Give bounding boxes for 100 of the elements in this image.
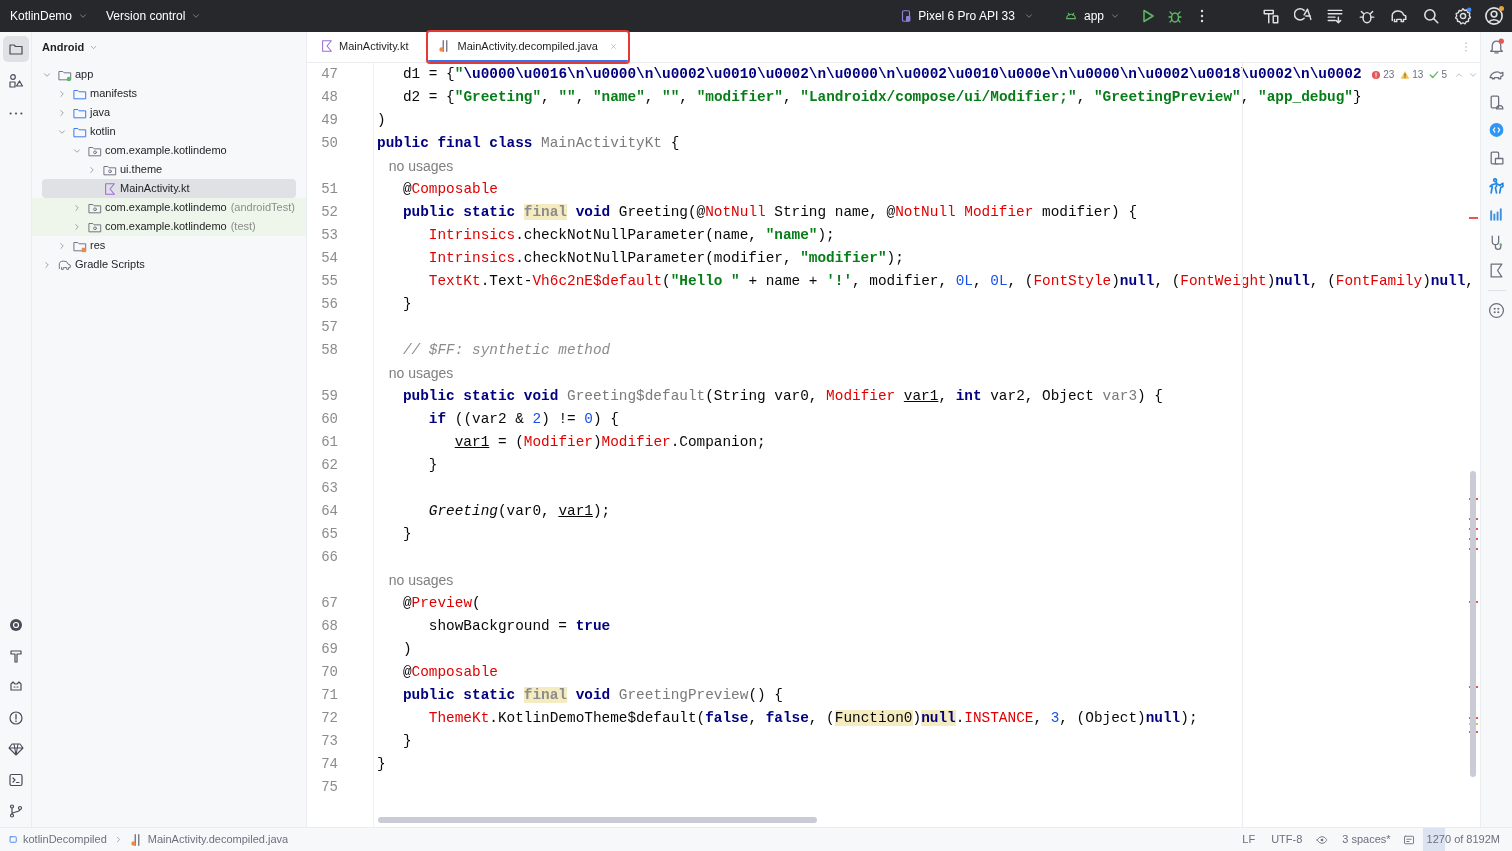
device-selector[interactable]: Pixel 6 Pro API 33 — [895, 4, 1038, 28]
problems-icon[interactable] — [7, 710, 24, 726]
module-icon — [8, 834, 19, 845]
code-line: showBackground = true — [427, 616, 611, 636]
line-number: 62 — [321, 456, 338, 475]
line-number: 70 — [321, 663, 338, 682]
horizontal-scrollbar-thumb[interactable] — [378, 817, 817, 823]
memory-indicator[interactable]: 1270 of 8192M — [1422, 827, 1504, 851]
line-number: 50 — [321, 134, 338, 153]
line-number: 75 — [321, 778, 338, 797]
tree-item[interactable]: Gradle Scripts — [32, 255, 306, 274]
line-number: 48 — [321, 88, 338, 107]
tree-item[interactable]: com.example.kotlindemo (test) — [32, 217, 306, 236]
chevron-down-icon — [1023, 11, 1034, 21]
warning-icon — [1400, 69, 1411, 80]
tree-item[interactable]: kotlin — [32, 122, 306, 141]
line-number: 57 — [321, 318, 338, 337]
account-icon[interactable] — [1484, 6, 1504, 26]
encoding-selector[interactable]: UTF-8 — [1265, 831, 1309, 848]
line-number: 47 — [321, 65, 338, 84]
tree-item[interactable]: com.example.kotlindemo (androidTest) — [32, 198, 306, 217]
code-line: var1 = (Modifier)Modifier.Companion; — [453, 432, 766, 452]
code-line: if ((var2 & 2) != 0) { — [427, 409, 619, 429]
project-selector[interactable]: KotlinDemo — [4, 4, 95, 28]
running-devices-icon[interactable] — [1488, 150, 1505, 167]
search-icon[interactable] — [1422, 7, 1440, 25]
folder-icon — [7, 41, 24, 57]
run-configuration-selector[interactable]: app — [1059, 4, 1124, 28]
line-number: 65 — [321, 525, 338, 544]
code-line: Intrinsics.checkNotNullParameter(modifier, "modifier"); — [427, 248, 904, 268]
line-number: 54 — [321, 249, 338, 268]
line-number: 66 — [321, 548, 338, 567]
tool-window-button[interactable] — [2, 36, 29, 62]
run-icon[interactable] — [1140, 8, 1156, 24]
apps-icon[interactable] — [1488, 302, 1505, 319]
code-line: d2 = {"Greeting", "", "name", "", "modifier", "Landroidx/compose/ui/Modifier;", "GreetingPreview", "app_debug"} — [401, 87, 1362, 107]
tree-item[interactable]: manifests — [32, 84, 306, 103]
settings-icon[interactable] — [1454, 7, 1472, 25]
usage-hint[interactable]: no usages — [377, 570, 454, 591]
line-number: 49 — [321, 111, 338, 130]
read-only-icon[interactable] — [1402, 833, 1415, 846]
flag-icon[interactable] — [1488, 262, 1505, 279]
weak-warning-count[interactable]: 5 — [1441, 67, 1447, 82]
line-number: 64 — [321, 502, 338, 521]
line-number: 71 — [321, 686, 338, 705]
line-number: 58 — [321, 341, 338, 360]
line-number: 60 — [321, 410, 338, 429]
indent-selector[interactable]: 3 spaces* — [1336, 831, 1397, 848]
code-line: @Preview( — [401, 593, 481, 613]
elephant-icon[interactable] — [1390, 7, 1408, 25]
check-icon — [1429, 69, 1440, 80]
line-number: 52 — [321, 203, 338, 222]
code-line: ) — [401, 639, 412, 659]
kotlin-file-icon — [103, 181, 117, 196]
more-horizontal-icon — [8, 111, 23, 115]
variants-icon[interactable] — [7, 617, 24, 633]
code-line: } — [401, 524, 412, 544]
tree-item[interactable]: MainActivity.kt — [42, 179, 296, 198]
version-control-menu[interactable]: Version control — [100, 4, 208, 28]
line-number: 59 — [321, 387, 338, 406]
tree-item[interactable]: ui.theme — [32, 160, 306, 179]
tree-item[interactable]: com.example.kotlindemo — [32, 141, 306, 160]
editor-tab[interactable]: MainActivity.kt — [310, 32, 419, 62]
line-number: 72 — [321, 709, 338, 728]
eye-icon[interactable] — [1316, 833, 1329, 846]
line-number: 74 — [321, 755, 338, 774]
line-number: 53 — [321, 226, 338, 245]
line-number: 56 — [321, 295, 338, 314]
warning-count[interactable]: 13 — [1412, 67, 1424, 82]
tree-item[interactable]: java — [32, 103, 306, 122]
build-icon[interactable] — [7, 648, 24, 664]
chat-icon[interactable] — [1488, 122, 1505, 139]
code-line: public final class MainActivityKt { — [377, 133, 680, 153]
device-manager-icon[interactable] — [1488, 94, 1505, 111]
vertical-scrollbar-thumb[interactable] — [1470, 471, 1476, 777]
notifications-icon[interactable] — [1488, 38, 1505, 55]
code-line: public static void Greeting$default(String var0, Modifier var1, int var2, Object var3) { — [401, 386, 1163, 406]
gem-icon[interactable] — [7, 741, 24, 757]
tree-item[interactable]: app — [32, 65, 306, 84]
code-line: d1 = {"\u0000\u0016\n\u0000\n\u0002\u0010\u0002\n\u0000\n\u0002\u0010\u000e\n\u0000\n\u0002\u0018\u0002\n\u0002 — [401, 64, 1362, 84]
breadcrumb[interactable]: kotlinDecompiled — [8, 831, 107, 848]
bar-chart-icon[interactable] — [1488, 206, 1505, 223]
code-line: Intrinsics.checkNotNullParameter(name, "name"); — [427, 225, 835, 245]
tree-item[interactable]: res — [32, 236, 306, 255]
line-number: 61 — [321, 433, 338, 452]
hammer-icon[interactable] — [1262, 7, 1280, 25]
error-count[interactable]: 23 — [1383, 67, 1395, 82]
elephant-icon — [58, 257, 72, 272]
breadcrumb[interactable]: MainActivity.decompiled.java — [129, 831, 289, 848]
usage-hint[interactable]: no usages — [377, 363, 454, 384]
line-separator-selector[interactable]: LF — [1236, 831, 1262, 848]
list-icon[interactable] — [1326, 7, 1344, 25]
project-view-selector[interactable]: Android — [42, 38, 99, 56]
code-line: } — [377, 754, 386, 774]
usage-hint[interactable]: no usages — [377, 156, 454, 177]
chevron-down-icon — [78, 11, 89, 21]
branch-icon[interactable] — [7, 803, 24, 819]
editor-tab[interactable]: MainActivity.decompiled.java — [428, 32, 628, 62]
code-line: } — [401, 731, 412, 751]
terminal-icon[interactable] — [7, 772, 24, 788]
